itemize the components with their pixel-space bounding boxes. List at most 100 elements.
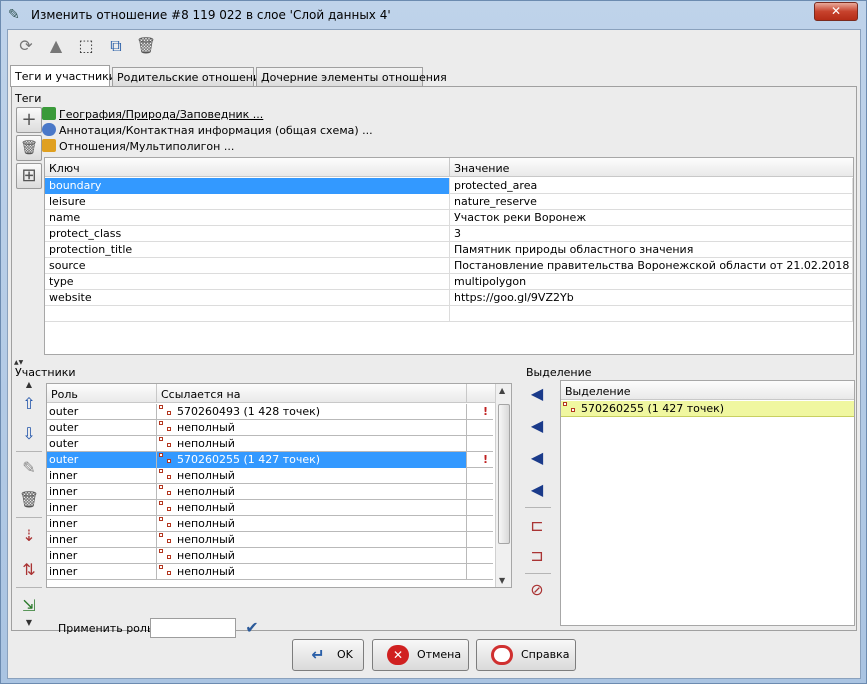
tag-row[interactable]: leisure nature_reserve — [45, 194, 853, 210]
ok-button[interactable]: ↵ OK — [292, 639, 364, 671]
remove-member-icon[interactable]: 🗑 — [16, 487, 42, 513]
dialog-buttons: ↵ OK ✕ Отмена Справка — [8, 631, 860, 679]
close-button[interactable]: ✕ — [814, 2, 858, 21]
member-row[interactable]: inner неполный — [47, 532, 493, 548]
cancel-icon: ✕ — [387, 645, 409, 665]
download-incomplete-icon[interactable]: ⇲ — [16, 593, 42, 619]
tag-row[interactable]: protect_class 3 — [45, 226, 853, 242]
member-row[interactable]: inner неполный — [47, 484, 493, 500]
member-row[interactable]: inner неполный — [47, 516, 493, 532]
add-preset-tags-button[interactable]: ⊞ — [16, 163, 42, 189]
way-icon — [159, 517, 173, 529]
way-icon — [159, 549, 173, 561]
column-header-key[interactable]: Ключ — [45, 158, 450, 177]
download-members-icon[interactable]: ⧉ — [104, 34, 128, 58]
dialog-client: ⟳ ▲ ⬚ ⧉ 🗑 Теги и участники Родительские … — [7, 29, 861, 679]
selection-row[interactable]: 570260255 (1 427 точек) — [561, 401, 854, 417]
window-title: Изменить отношение #8 119 022 в слое 'Сл… — [31, 8, 391, 22]
member-row[interactable]: inner неполный — [47, 564, 493, 580]
tag-row[interactable]: name Участок реки Воронеж — [45, 210, 853, 226]
delete-tag-button[interactable]: 🗑 — [16, 135, 42, 161]
scroll-up-icon[interactable]: ▲ — [16, 381, 42, 389]
members-table: Роль Ссылается на outer 570260493 (1 428… — [46, 383, 512, 588]
cancel-button[interactable]: ✕ Отмена — [372, 639, 469, 671]
tab-parent-relations[interactable]: Родительские отношения — [112, 67, 267, 86]
member-row[interactable]: outer 570260255 (1 427 точек) ! — [47, 452, 493, 468]
preset-link-nature-reserve[interactable]: География/Природа/Заповедник ... — [42, 107, 263, 122]
move-up-icon[interactable]: ⇧ — [16, 391, 42, 417]
members-label: Участники — [15, 366, 76, 379]
scroll-down-icon[interactable]: ▼ — [16, 619, 42, 627]
scroll-down-arrow-icon[interactable]: ▼ — [499, 576, 505, 585]
divider — [16, 517, 42, 518]
scroll-up-arrow-icon[interactable]: ▲ — [499, 386, 505, 395]
preset-link-multipolygon[interactable]: Отношения/Мультиполигон ... — [42, 139, 234, 154]
way-icon — [159, 405, 173, 417]
column-header-role[interactable]: Роль — [47, 384, 157, 403]
way-icon — [159, 501, 173, 513]
add-selected-before-icon[interactable]: ◀ — [524, 413, 550, 439]
reverse-members-icon[interactable]: ⇅ — [16, 557, 42, 583]
member-row[interactable]: inner неполный — [47, 468, 493, 484]
title-bar[interactable]: ✎ Изменить отношение #8 119 022 в слое '… — [1, 1, 866, 29]
add-selected-last-icon[interactable]: ◀ — [524, 477, 550, 503]
divider — [525, 507, 551, 508]
tag-row[interactable]: protection_title Памятник природы област… — [45, 242, 853, 258]
add-tag-button[interactable]: + — [16, 107, 42, 133]
column-header-selection[interactable]: Выделение — [561, 381, 854, 400]
select-icon[interactable]: ⬚ — [74, 34, 98, 58]
multipolygon-icon — [42, 139, 56, 152]
way-icon — [159, 485, 173, 497]
help-button[interactable]: Справка — [476, 639, 576, 671]
column-header-value[interactable]: Значение — [450, 158, 853, 177]
select-members-icon[interactable]: ⊏ — [524, 513, 550, 539]
column-header-refers-to[interactable]: Ссылается на — [157, 384, 467, 403]
divider — [525, 573, 551, 574]
nature-reserve-icon — [42, 107, 56, 120]
dialog-window: ✎ Изменить отношение #8 119 022 в слое '… — [0, 0, 867, 684]
selection-label: Выделение — [526, 366, 592, 379]
member-row[interactable]: inner неполный — [47, 548, 493, 564]
splitter-arrows-icon[interactable]: ▲▼ — [14, 359, 23, 366]
sort-members-icon[interactable]: ⇣ — [16, 523, 42, 549]
way-icon — [159, 565, 173, 577]
globe-icon — [42, 123, 56, 136]
column-header-link — [467, 384, 497, 403]
tag-table: Ключ Значение boundary protected_area le… — [44, 157, 854, 355]
divider — [16, 587, 42, 588]
tags-members-splitter[interactable]: ▲▼ — [12, 359, 856, 366]
member-row[interactable]: outer неполный — [47, 420, 493, 436]
selection-table: Выделение 570260255 (1 427 точек) — [560, 380, 855, 626]
preset-link-contact[interactable]: Аннотация/Контактная информация (общая с… — [42, 123, 373, 138]
delete-icon[interactable]: 🗑 — [134, 34, 158, 58]
link-warning-icon: ! — [483, 453, 489, 466]
way-icon — [159, 453, 173, 465]
josm-app-icon: ✎ — [8, 7, 20, 23]
tag-row[interactable]: source Постановление правительства Ворон… — [45, 258, 853, 274]
tag-row[interactable]: website https://goo.gl/9VZ2Yb — [45, 290, 853, 306]
divider — [16, 451, 42, 452]
remove-selected-icon[interactable]: ⊘ — [524, 577, 550, 603]
tab-tags-members[interactable]: Теги и участники — [10, 65, 116, 87]
link-warning-icon: ! — [483, 405, 489, 418]
zoom-icon[interactable]: ▲ — [44, 34, 68, 58]
ok-arrow-icon: ↵ — [311, 645, 325, 664]
member-row[interactable]: outer 570260493 (1 428 точек) ! — [47, 404, 493, 420]
tag-row[interactable]: type multipolygon — [45, 274, 853, 290]
member-row[interactable]: outer неполный — [47, 436, 493, 452]
tag-row-empty[interactable] — [45, 306, 853, 322]
way-icon — [159, 421, 173, 433]
tab-body: Теги + 🗑 ⊞ География/Природа/Заповедник … — [11, 86, 857, 638]
edit-member-icon[interactable]: ✎ — [16, 455, 42, 481]
tag-row[interactable]: boundary protected_area — [45, 178, 853, 194]
add-selected-first-icon[interactable]: ◀ — [524, 381, 550, 407]
member-row[interactable]: inner неполный — [47, 500, 493, 516]
members-scrollbar[interactable]: ▲ ▼ — [495, 384, 511, 587]
add-selected-after-icon[interactable]: ◀ — [524, 445, 550, 471]
refresh-icon[interactable]: ⟳ — [14, 34, 38, 58]
move-down-icon[interactable]: ⇩ — [16, 421, 42, 447]
tab-child-elements[interactable]: Дочерние элементы отношения — [256, 67, 447, 86]
select-in-list-icon[interactable]: ⊐ — [524, 543, 550, 569]
scrollbar-thumb[interactable] — [498, 404, 510, 544]
way-icon — [159, 533, 173, 545]
